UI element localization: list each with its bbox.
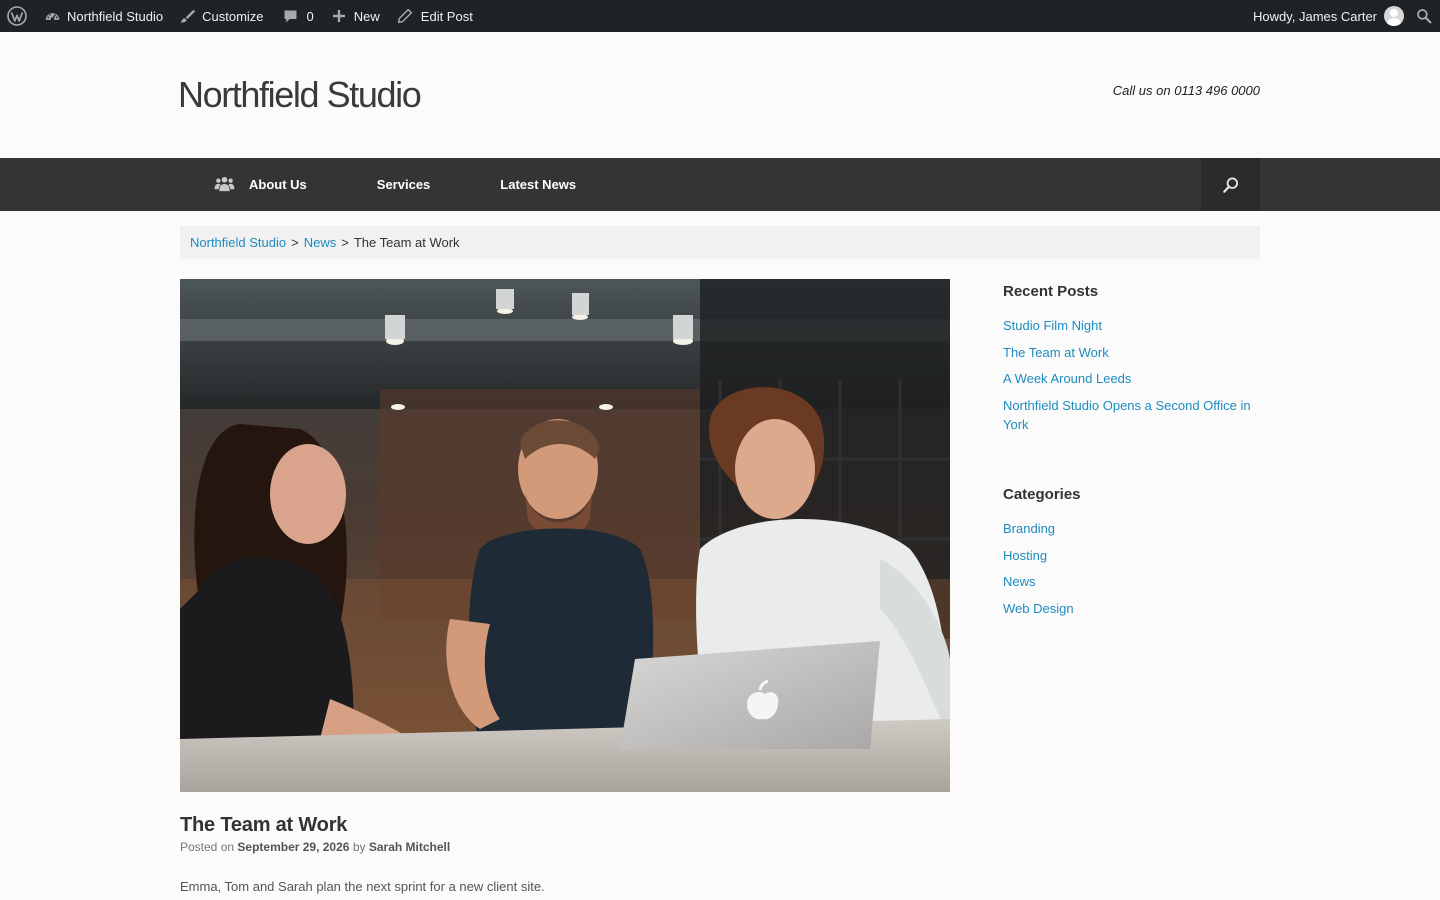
recent-posts-list: Studio Film Night The Team at Work A Wee… [1003, 316, 1265, 441]
dashboard-gauge-icon [45, 12, 60, 21]
wordpress-logo-button[interactable] [0, 0, 35, 32]
post-author[interactable]: Sarah Mitchell [369, 840, 450, 854]
breadcrumb-news-link[interactable]: News [304, 235, 337, 250]
pencil-icon [397, 8, 412, 24]
new-label: New [353, 8, 380, 24]
list-item: Studio Film Night [1003, 316, 1265, 335]
nav-label-about-us: About Us [249, 177, 307, 192]
by-label: by [352, 840, 366, 854]
recent-post-link[interactable]: Northfield Studio Opens a Second Office … [1003, 398, 1251, 432]
edit-post-button[interactable]: Edit Post [388, 0, 481, 32]
featured-photo [180, 279, 950, 792]
nav-search-button[interactable] [1201, 158, 1260, 211]
paintbrush-icon [180, 9, 196, 23]
list-item: Northfield Studio Opens a Second Office … [1003, 396, 1265, 434]
breadcrumb: Northfield Studio > News > The Team at W… [180, 226, 1260, 259]
account-menu[interactable]: Howdy, James Carter [1245, 0, 1410, 32]
recent-post-link[interactable]: The Team at Work [1003, 345, 1109, 360]
admin-bar: Northfield Studio Customize 0 New Edit P… [0, 0, 1440, 32]
recent-posts-title: Recent Posts [1003, 283, 1099, 300]
search-icon [1222, 177, 1238, 193]
comment-bubble-icon [284, 10, 296, 22]
category-link[interactable]: Hosting [1003, 548, 1047, 563]
breadcrumb-separator: > [341, 235, 349, 250]
plus-icon [332, 10, 345, 22]
site-title[interactable]: Northfield Studio [178, 74, 422, 116]
categories-title: Categories [1003, 486, 1081, 503]
posted-on-label: Posted on [180, 840, 235, 854]
comments-button[interactable]: 0 [272, 0, 322, 32]
admin-search-button[interactable] [1410, 0, 1440, 32]
comments-count: 0 [306, 8, 314, 24]
avatar [1384, 6, 1404, 26]
category-link[interactable]: Branding [1003, 521, 1055, 536]
post-excerpt: Emma, Tom and Sarah plan the next sprint… [180, 879, 545, 894]
team-icon [214, 176, 235, 192]
category-link[interactable]: Web Design [1003, 601, 1074, 616]
breadcrumb-current: The Team at Work [353, 235, 460, 250]
list-item: Branding [1003, 519, 1265, 538]
recent-post-link[interactable]: A Week Around Leeds [1003, 371, 1131, 386]
nav-label-services: Services [376, 177, 431, 192]
customize-label: Customize [202, 8, 264, 24]
new-content-button[interactable]: New [322, 0, 388, 32]
greeting-label: Howdy, James Carter [1252, 8, 1377, 24]
recent-post-link[interactable]: Studio Film Night [1003, 318, 1102, 333]
nav-item-latest-news[interactable]: Latest News [500, 158, 576, 211]
nav-item-about-us[interactable]: About Us [180, 158, 307, 211]
wordpress-icon [7, 6, 27, 26]
search-icon [1417, 9, 1432, 24]
categories-list: Branding Hosting News Web Design [1003, 519, 1265, 625]
category-link[interactable]: News [1003, 574, 1036, 589]
nav-item-services[interactable]: Services [377, 158, 431, 211]
breadcrumb-home-link[interactable]: Northfield Studio [190, 235, 286, 250]
list-item: Web Design [1003, 599, 1265, 618]
site-name-menu[interactable]: Northfield Studio [35, 0, 171, 32]
list-item: News [1003, 572, 1265, 591]
edit-post-label: Edit Post [420, 8, 473, 24]
list-item: A Week Around Leeds [1003, 369, 1265, 388]
header-phone: Call us on 0113 496 0000 [1112, 83, 1260, 98]
post-date[interactable]: September 29, 2026 [237, 840, 349, 854]
nav-label-latest-news: Latest News [500, 177, 577, 192]
site-name-label: Northfield Studio [67, 8, 164, 24]
featured-image [180, 279, 950, 792]
list-item: Hosting [1003, 546, 1265, 565]
post-title: The Team at Work [180, 814, 348, 836]
primary-navigation: About Us Services Latest News [0, 158, 1440, 211]
customize-button[interactable]: Customize [171, 0, 271, 32]
post-meta: Posted on September 29, 2026 by Sarah Mi… [180, 840, 450, 854]
breadcrumb-separator: > [291, 235, 299, 250]
list-item: The Team at Work [1003, 343, 1265, 362]
